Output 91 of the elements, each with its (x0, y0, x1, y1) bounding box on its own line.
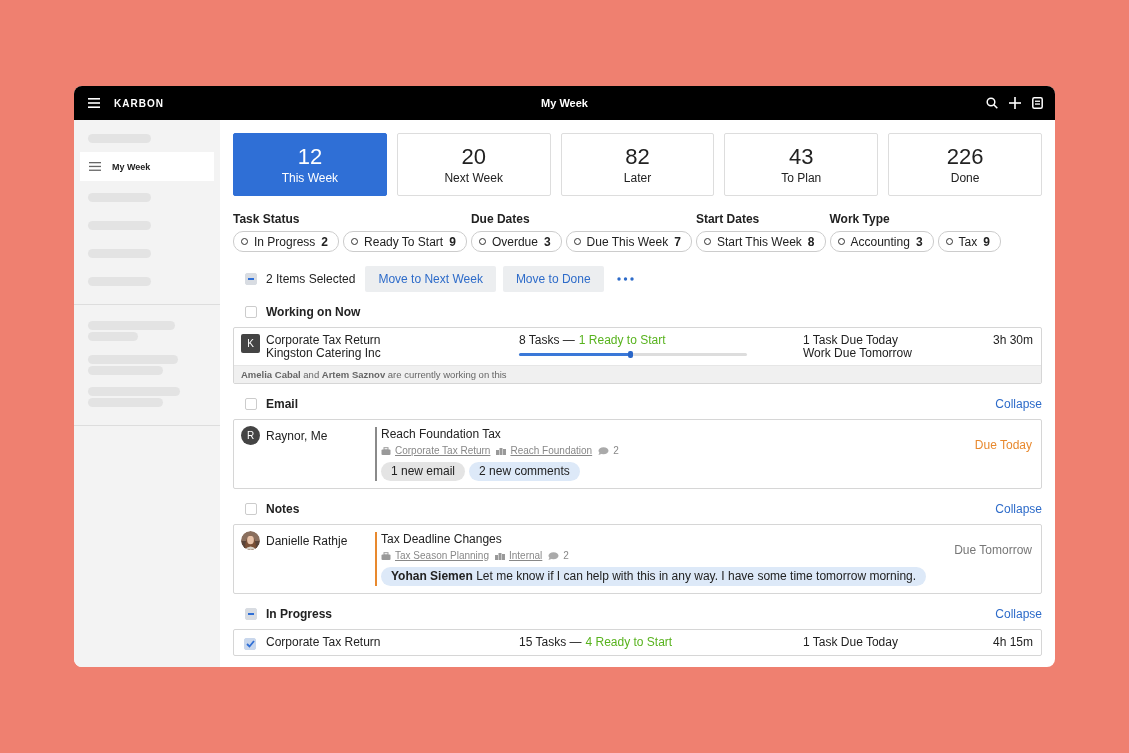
section-title: Notes (266, 502, 300, 516)
filter-chip[interactable]: Accounting 3 (829, 231, 934, 252)
update-tag: 1 new email (381, 462, 466, 481)
sender-name: Danielle Rathje (266, 534, 348, 548)
filter-chip[interactable]: Start This Week 8 (695, 231, 826, 252)
message-title[interactable]: Reach Foundation Tax (381, 427, 501, 441)
avatar: K (241, 334, 260, 353)
update-tag: 2 new comments (469, 462, 580, 481)
due-summary: 1 Task Due Today (803, 334, 898, 347)
action-button[interactable]: Move to Done (502, 266, 604, 292)
stat-value: 43 (789, 144, 814, 169)
stat-label: This Week (281, 170, 339, 185)
message-title[interactable]: Tax Deadline Changes (381, 532, 502, 546)
working-note: Amelia Cabal and Artem Saznov are currently working on this (234, 365, 1041, 383)
section-title: In Progress (266, 607, 333, 621)
filter-chip[interactable]: Ready To Start 9 (343, 231, 467, 252)
building-icon (496, 446, 507, 455)
due-summary: 1 Task Due Today (803, 636, 898, 649)
filter-chip[interactable]: Overdue 3 (470, 231, 562, 252)
comment-icon (598, 446, 610, 455)
collapse-link[interactable]: Collapse (995, 502, 1042, 516)
avatar: R (241, 426, 260, 445)
filter-title: Due Dates (470, 212, 530, 226)
sidebar-item[interactable]: My Week (80, 152, 214, 181)
menu-icon[interactable] (88, 98, 100, 108)
client-name: Kingston Catering Inc (266, 347, 381, 360)
notes-icon[interactable] (1032, 97, 1043, 109)
work-card[interactable]: Corporate Tax Return 15 Tasks — 4 Ready to Start 1 Task Due Today 4h 15m (233, 629, 1042, 656)
filter-title: Start Dates (695, 212, 760, 226)
add-icon[interactable] (1009, 97, 1021, 109)
checkbox[interactable] (245, 608, 257, 620)
update-tag: Yohan Siemen Let me know if I can help with this in any way. I have some time tomorrow morning. (381, 567, 927, 586)
work-title[interactable]: Corporate Tax Return (266, 636, 381, 649)
building-icon (494, 551, 505, 560)
time-estimate: 4h 15m (992, 636, 1033, 650)
work-title[interactable]: Corporate Tax Return (266, 334, 381, 347)
section-title: Email (266, 397, 298, 411)
search-icon[interactable] (986, 97, 998, 109)
more-icon[interactable] (616, 277, 634, 281)
task-count: 8 Tasks — (519, 334, 575, 347)
comment-count: 2 (563, 550, 569, 561)
comment-icon (548, 551, 560, 560)
checkbox[interactable] (245, 398, 257, 410)
stat-value: 226 (946, 144, 984, 169)
section-title: Working on Now (266, 305, 361, 319)
stat-label: Done (950, 170, 980, 185)
stat-label: Later (623, 170, 652, 185)
collapse-link[interactable]: Collapse (995, 607, 1042, 621)
due-date: Due Tomorrow (954, 543, 1032, 559)
filter-chip[interactable]: Due This Week 7 (565, 231, 692, 252)
action-button[interactable]: Move to Next Week (365, 266, 496, 292)
selection-count: 2 Items Selected (266, 272, 356, 286)
list-icon (89, 162, 101, 171)
work-link[interactable]: Corporate Tax Return (395, 445, 491, 456)
work-link[interactable]: Tax Season Planning (395, 550, 489, 561)
checkbox[interactable] (245, 503, 257, 515)
stat-card[interactable]: 82 Later (560, 133, 715, 196)
stat-card[interactable]: 20 Next Week (396, 133, 551, 196)
message-card[interactable]: Danielle Rathje Tax Deadline Changes Tax Season Planning Internal 2 Yohan Siemen Let me know if I can help with this in any way. I have some time tomorrow morning. Due Tomorrow (233, 524, 1042, 594)
window-title: My Week (541, 97, 588, 109)
task-count: 15 Tasks — (519, 636, 582, 649)
collapse-link[interactable]: Collapse (995, 397, 1042, 411)
stat-label: Next Week (444, 170, 503, 185)
ready-count: 4 Ready to Start (585, 636, 673, 649)
client-link[interactable]: Internal (508, 550, 543, 561)
ready-count: 1 Ready to Start (578, 334, 666, 347)
briefcase-icon (381, 551, 391, 560)
filter-title: Task Status (233, 212, 300, 226)
briefcase-icon (381, 446, 391, 455)
filter-chip[interactable]: In Progress 2 (233, 231, 340, 252)
checkbox[interactable] (244, 638, 256, 650)
stat-value: 12 (297, 144, 323, 169)
sender-name: Raynor, Me (266, 429, 328, 443)
stat-card[interactable]: 12 This Week (233, 133, 387, 196)
stat-card[interactable]: 43 To Plan (724, 133, 879, 196)
due-summary: Work Due Tomorrow (803, 347, 912, 360)
comment-count: 2 (613, 445, 619, 456)
brand-logo[interactable]: KARBON (114, 97, 164, 109)
stat-value: 20 (461, 144, 486, 169)
stat-card[interactable]: 226 Done (888, 133, 1042, 196)
filter-chip[interactable]: Tax 9 (937, 231, 1001, 252)
work-card[interactable]: K Corporate Tax Return Kingston Catering Inc 8 Tasks — 1 Ready to Start 1 Task Due Today Work Due Tomorrow 3h 30m Amelia Cabal and Artem Saznov are currently working on this (233, 327, 1042, 384)
client-link[interactable]: Reach Foundation (510, 445, 593, 456)
stat-value: 82 (625, 144, 650, 169)
checkbox[interactable] (245, 306, 257, 318)
message-card[interactable]: R Raynor, Me Reach Foundation Tax Corporate Tax Return Reach Foundation 2 1 new email 2 new comments Due Today (233, 419, 1042, 489)
time-estimate: 3h 30m (992, 334, 1033, 349)
due-date: Due Today (974, 438, 1032, 454)
stat-label: To Plan (781, 170, 822, 185)
checkbox[interactable] (245, 273, 257, 285)
filter-title: Work Type (829, 212, 890, 226)
